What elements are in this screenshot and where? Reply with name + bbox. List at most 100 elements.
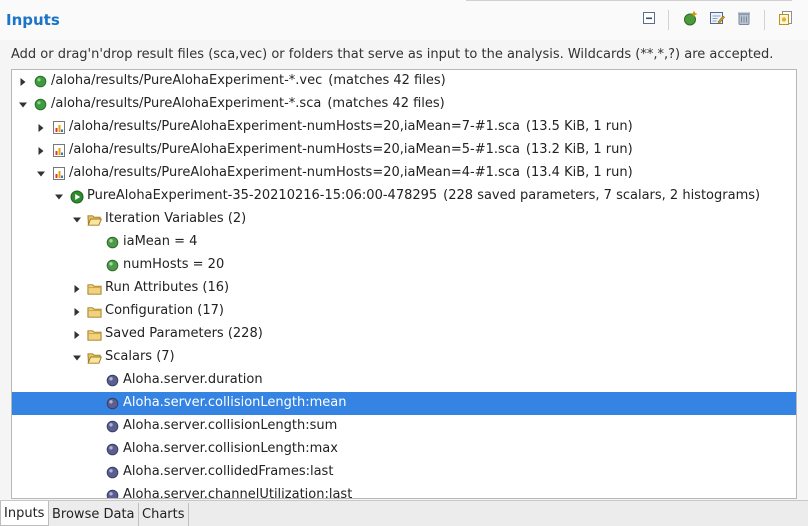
expand-down-arrow-icon[interactable] <box>35 168 47 180</box>
expand-down-arrow-icon[interactable] <box>71 352 83 364</box>
tree-item-name: Aloha.server.collisionLength:sum <box>123 418 338 433</box>
tree-row[interactable]: Aloha.server.channelUtilization:last <box>12 484 796 498</box>
tab-charts[interactable]: Charts <box>139 503 189 526</box>
tree-row[interactable]: Scalars (7) <box>12 346 796 369</box>
tree-item-label: /aloha/results/PureAlohaExperiment-*.vec… <box>51 73 446 88</box>
toolbar-separator <box>764 10 765 30</box>
tree-item-label: Aloha.server.duration <box>123 372 263 387</box>
page-title: Inputs <box>6 11 60 29</box>
tab-browse-data[interactable]: Browse Data <box>49 503 139 526</box>
tree-row[interactable]: Aloha.server.collisionLength:mean <box>12 392 796 415</box>
expand-right-arrow-icon[interactable] <box>35 122 47 134</box>
tree-row[interactable]: PureAlohaExperiment-35-20210216-15:06:00… <box>12 185 796 208</box>
expand-down-arrow-icon[interactable] <box>53 191 65 203</box>
tree-row[interactable]: numHosts = 20 <box>12 254 796 277</box>
editor-tab-bar: Inputs Browse Data Charts <box>0 500 808 526</box>
expand-right-arrow-icon[interactable] <box>17 76 29 88</box>
tree-item-label: iaMean = 4 <box>123 234 197 249</box>
scalar-ball-icon <box>105 465 120 480</box>
tree-item-detail: (matches 42 files) <box>328 73 446 88</box>
tree-item-label: Saved Parameters (228) <box>105 326 263 341</box>
expand-right-arrow-icon[interactable] <box>71 283 83 295</box>
tree-item-label: Aloha.server.collisionLength:sum <box>123 418 337 433</box>
edit-button[interactable] <box>708 11 726 29</box>
expand-right-arrow-icon[interactable] <box>71 306 83 318</box>
remove-button[interactable] <box>735 11 753 29</box>
tree-item-label: numHosts = 20 <box>123 257 224 272</box>
tree-item-name: Aloha.server.collidedFrames:last <box>123 464 334 479</box>
folder-open-icon <box>87 350 102 365</box>
tree-item-name: /aloha/results/PureAlohaExperiment-numHo… <box>69 165 520 180</box>
scalar-ball-icon <box>105 373 120 388</box>
folder-icon <box>87 281 102 296</box>
input-files-tree[interactable]: /aloha/results/PureAlohaExperiment-*.vec… <box>11 69 797 499</box>
tree-item-name: Aloha.server.collisionLength:max <box>123 441 338 456</box>
folder-icon <box>87 304 102 319</box>
folder-icon <box>87 327 102 342</box>
scalar-ball-icon <box>105 488 120 498</box>
tree-item-detail: (matches 42 files) <box>327 96 445 111</box>
tab-inputs[interactable]: Inputs <box>0 501 49 526</box>
tree-item-name: /aloha/results/PureAlohaExperiment-numHo… <box>69 142 520 157</box>
tree-item-name: numHosts = 20 <box>123 257 225 272</box>
tree-item-label: PureAlohaExperiment-35-20210216-15:06:00… <box>87 188 760 203</box>
tree-item-label: Scalars (7) <box>105 349 175 364</box>
open-analysis-button[interactable] <box>777 11 795 29</box>
green-ball-icon <box>105 235 120 250</box>
tree-row[interactable]: Configuration (17) <box>12 300 796 323</box>
expand-down-arrow-icon[interactable] <box>17 99 29 111</box>
tree-item-name: Saved Parameters (228) <box>105 326 263 341</box>
remove-icon <box>736 10 752 30</box>
tree-row[interactable]: /aloha/results/PureAlohaExperiment-*.sca… <box>12 93 796 116</box>
tree-row[interactable]: /aloha/results/PureAlohaExperiment-numHo… <box>12 116 796 139</box>
green-circle-icon <box>33 74 48 89</box>
folder-open-icon <box>87 212 102 227</box>
tree-item-detail: (13.5 KiB, 1 run) <box>525 119 633 134</box>
result-file-icon <box>51 120 66 135</box>
tree-item-name: Aloha.server.collisionLength:mean <box>123 395 347 410</box>
add-file-button[interactable] <box>682 11 700 29</box>
tree-row[interactable]: Aloha.server.duration <box>12 369 796 392</box>
add-file-icon <box>683 10 699 30</box>
expand-down-arrow-icon[interactable] <box>71 214 83 226</box>
tree-row[interactable]: Aloha.server.collisionLength:max <box>12 438 796 461</box>
tree-item-label: /aloha/results/PureAlohaExperiment-numHo… <box>69 119 633 134</box>
tree-item-name: iaMean = 4 <box>123 234 198 249</box>
run-icon <box>69 189 84 204</box>
tree-item-label: /aloha/results/PureAlohaExperiment-numHo… <box>69 165 633 180</box>
expand-right-arrow-icon[interactable] <box>71 329 83 341</box>
tree-item-label: Aloha.server.collisionLength:mean <box>123 395 347 410</box>
result-file-icon <box>51 166 66 181</box>
open-analysis-icon <box>778 10 794 30</box>
scalar-ball-icon <box>105 442 120 457</box>
tree-item-detail: (228 saved parameters, 7 scalars, 2 hist… <box>443 188 761 203</box>
tree-row[interactable]: Iteration Variables (2) <box>12 208 796 231</box>
collapse-all-icon <box>641 10 657 30</box>
tree-row[interactable]: /aloha/results/PureAlohaExperiment-*.vec… <box>12 70 796 93</box>
green-circle-icon <box>33 97 48 112</box>
tree-item-name: PureAlohaExperiment-35-20210216-15:06:00… <box>87 188 438 203</box>
tree-item-label: Aloha.server.channelUtilization:last <box>123 487 352 498</box>
edit-icon <box>709 10 725 30</box>
tree-row[interactable]: Aloha.server.collisionLength:sum <box>12 415 796 438</box>
tree-row[interactable]: Run Attributes (16) <box>12 277 796 300</box>
tree-item-label: /aloha/results/PureAlohaExperiment-numHo… <box>69 142 633 157</box>
expand-right-arrow-icon[interactable] <box>35 145 47 157</box>
tree-item-label: Run Attributes (16) <box>105 280 229 295</box>
tree-row[interactable]: Saved Parameters (228) <box>12 323 796 346</box>
tree-row[interactable]: /aloha/results/PureAlohaExperiment-numHo… <box>12 162 796 185</box>
tree-row[interactable]: /aloha/results/PureAlohaExperiment-numHo… <box>12 139 796 162</box>
collapse-all-button[interactable] <box>640 11 658 29</box>
tree-item-name: Aloha.server.duration <box>123 372 263 387</box>
tree-item-label: /aloha/results/PureAlohaExperiment-*.sca… <box>51 96 445 111</box>
result-file-icon <box>51 143 66 158</box>
tree-row[interactable]: iaMean = 4 <box>12 231 796 254</box>
tree-row[interactable]: Aloha.server.collidedFrames:last <box>12 461 796 484</box>
view-header: Inputs <box>0 0 808 40</box>
tree-item-name: Configuration (17) <box>105 303 224 318</box>
scalar-ball-icon <box>105 419 120 434</box>
tree-item-label: Aloha.server.collisionLength:max <box>123 441 338 456</box>
toolbar-separator <box>668 10 669 30</box>
tree-item-name: /aloha/results/PureAlohaExperiment-*.vec <box>51 73 323 88</box>
tree-item-label: Configuration (17) <box>105 303 224 318</box>
